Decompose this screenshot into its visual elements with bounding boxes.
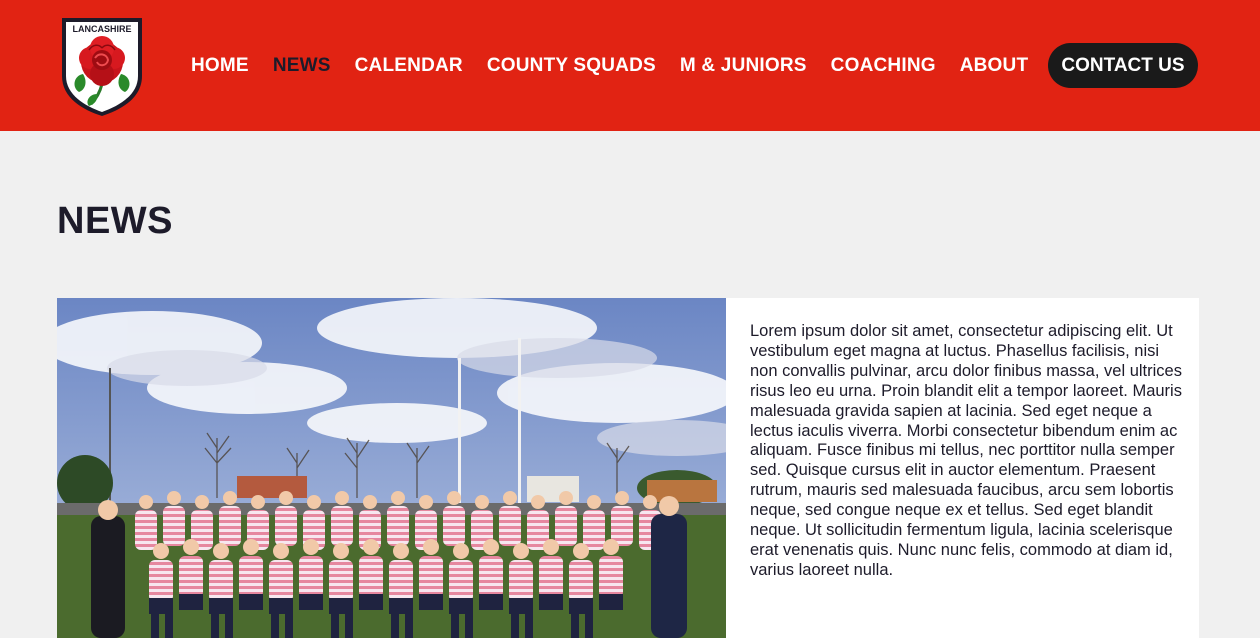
nav-item-calendar[interactable]: CALENDAR	[355, 55, 463, 77]
nav-item-county-squads[interactable]: COUNTY SQUADS	[487, 55, 656, 77]
main-nav: HOME NEWS CALENDAR COUNTY SQUADS M & JUN…	[191, 0, 1052, 131]
article-body-text: Lorem ipsum dolor sit amet, consectetur …	[750, 322, 1182, 579]
nav-item-home[interactable]: HOME	[191, 55, 249, 77]
team-photo-image[interactable]	[57, 298, 726, 638]
news-article-card: Lorem ipsum dolor sit amet, consectetur …	[57, 298, 1199, 638]
nav-item-about[interactable]: ABOUT	[960, 55, 1029, 77]
logo-text: LANCASHIRE	[72, 24, 131, 34]
contact-us-button[interactable]: CONTACT US	[1048, 43, 1198, 88]
site-header: LANCASHIRE HOME NEWS CALENDAR COUNTY SQU…	[0, 0, 1260, 131]
nav-item-coaching[interactable]: COACHING	[831, 55, 936, 77]
lancashire-rose-logo[interactable]: LANCASHIRE	[59, 14, 145, 117]
page-title: NEWS	[57, 200, 173, 242]
nav-item-m-juniors[interactable]: M & JUNIORS	[680, 55, 807, 77]
nav-item-news[interactable]: NEWS	[273, 55, 331, 77]
